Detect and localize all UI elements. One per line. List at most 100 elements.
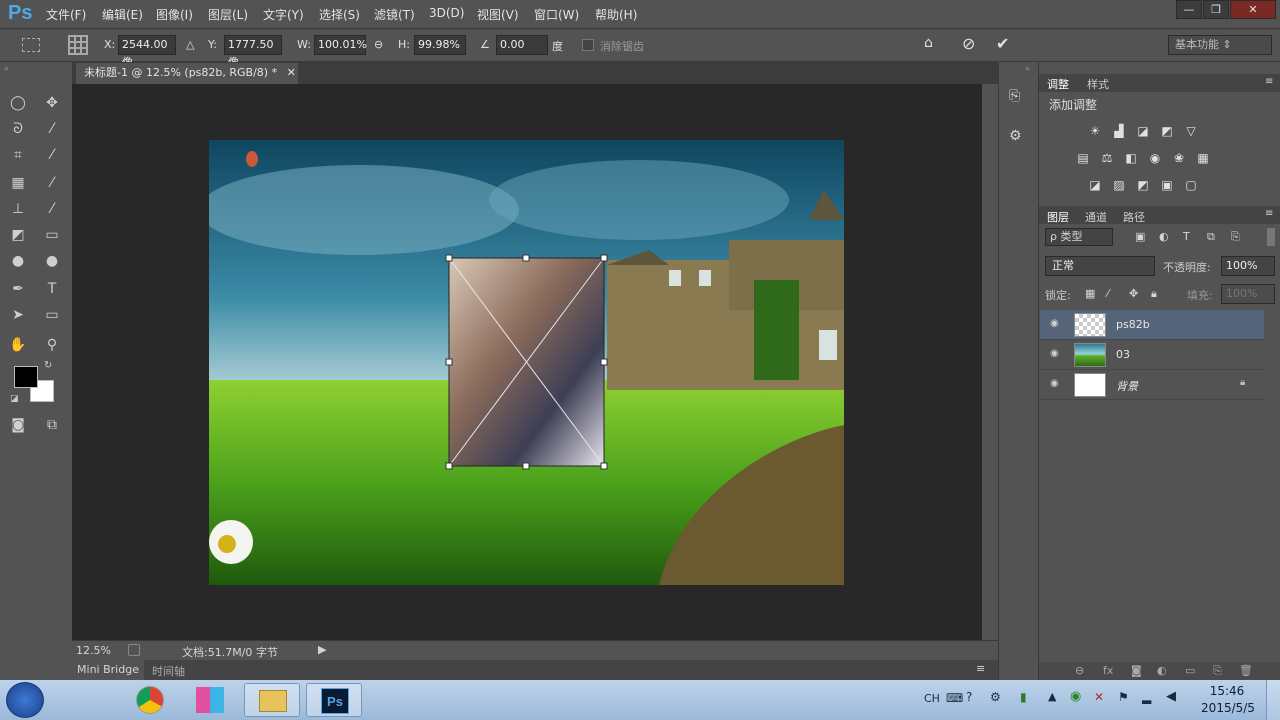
blend-mode-select[interactable]: 正常 bbox=[1045, 256, 1155, 276]
restore-button[interactable]: ❐ bbox=[1203, 0, 1229, 19]
panel-menu-icon[interactable]: ≡ bbox=[976, 662, 985, 675]
opacity-field[interactable]: 100% bbox=[1221, 256, 1275, 276]
zoom-level[interactable]: 12.5% bbox=[76, 644, 111, 657]
filter-smart-icon[interactable]: ⎘ bbox=[1231, 230, 1240, 244]
workspace-select[interactable]: 基本功能 ⇕ bbox=[1168, 35, 1272, 55]
hue-saturation-icon[interactable]: ▤ bbox=[1075, 151, 1091, 165]
delta-icon[interactable]: △ bbox=[186, 38, 194, 51]
transform-handle[interactable] bbox=[600, 462, 608, 470]
vertical-scrollbar[interactable] bbox=[982, 84, 998, 640]
default-colors-icon[interactable]: ◪ bbox=[10, 394, 19, 404]
transform-handle[interactable] bbox=[522, 254, 530, 262]
angle-field[interactable]: 0.00 bbox=[496, 35, 548, 55]
tab-timeline[interactable]: 时间轴 bbox=[152, 663, 185, 679]
flag-icon[interactable]: ⚑ bbox=[1118, 690, 1129, 704]
filter-toggle[interactable] bbox=[1267, 228, 1275, 246]
dodge-icon[interactable]: ● bbox=[40, 250, 64, 272]
transform-handle[interactable] bbox=[445, 254, 453, 262]
foreground-color-swatch[interactable] bbox=[14, 366, 38, 388]
chrome-taskbar-button[interactable] bbox=[122, 683, 178, 717]
menu-type[interactable]: 文字(Y) bbox=[263, 6, 304, 23]
commit-transform-icon[interactable]: ✔ bbox=[996, 34, 1009, 53]
brightness-icon[interactable]: ☀ bbox=[1087, 124, 1103, 138]
history-icon[interactable]: ⎘ bbox=[1009, 88, 1020, 104]
type-icon[interactable]: T bbox=[40, 278, 64, 300]
lock-pixels-icon[interactable]: ⁄ bbox=[1107, 287, 1109, 300]
hand-icon[interactable]: ✋ bbox=[6, 334, 30, 356]
close-tab-icon[interactable]: ✕ bbox=[287, 66, 296, 79]
exposure-icon[interactable]: ◩ bbox=[1159, 124, 1175, 138]
eyedropper-icon[interactable]: ⁄ bbox=[40, 144, 64, 166]
help-icon[interactable]: ? bbox=[966, 690, 972, 704]
signal-icon[interactable]: ▂ bbox=[1142, 690, 1151, 704]
zoom-icon[interactable]: ⚲ bbox=[40, 334, 64, 356]
keyboard-icon[interactable]: ⌨ bbox=[946, 691, 963, 705]
collapse-icon[interactable]: » bbox=[1025, 64, 1030, 73]
layer-style-icon[interactable]: fx bbox=[1103, 664, 1113, 677]
quick-select-icon[interactable]: ⁄ bbox=[40, 118, 64, 140]
canvas-area[interactable] bbox=[72, 84, 982, 640]
explorer-taskbar-button[interactable] bbox=[244, 683, 300, 717]
show-desktop-button[interactable] bbox=[1266, 680, 1280, 720]
wedding-photo-layer[interactable] bbox=[445, 254, 608, 470]
brush-icon[interactable]: ⁄ bbox=[40, 172, 64, 194]
menu-edit[interactable]: 编辑(E) bbox=[102, 6, 143, 23]
menu-help[interactable]: 帮助(H) bbox=[595, 6, 637, 23]
lock-all-icon[interactable]: 🔒︎ bbox=[1151, 287, 1157, 301]
selective-color-icon[interactable]: ▢ bbox=[1183, 178, 1199, 192]
show-hidden-icons[interactable]: ▲ bbox=[1048, 690, 1056, 703]
quick-mask-icon[interactable]: ◙ bbox=[6, 414, 30, 436]
ime-indicator[interactable]: CH bbox=[924, 692, 940, 705]
menu-window[interactable]: 窗口(W) bbox=[534, 6, 579, 23]
move-icon[interactable]: ✥ bbox=[40, 92, 64, 114]
panel-menu-icon[interactable]: ≡ bbox=[1265, 76, 1273, 87]
properties-icon[interactable]: ⚙ bbox=[1009, 128, 1022, 144]
volume-icon[interactable]: ◀ bbox=[1166, 689, 1176, 704]
battery-icon[interactable]: ▮ bbox=[1020, 690, 1027, 704]
security-icon[interactable]: ◉ bbox=[1070, 689, 1081, 704]
eraser-icon[interactable]: ◩ bbox=[6, 224, 30, 246]
network-alert-icon[interactable]: ✕ bbox=[1094, 690, 1104, 704]
settings-icon[interactable]: ⚙ bbox=[990, 690, 1001, 704]
lock-transparent-icon[interactable]: ▦ bbox=[1085, 287, 1095, 300]
path-select-icon[interactable]: ➤ bbox=[6, 304, 30, 326]
tab-mini-bridge[interactable]: Mini Bridge bbox=[72, 660, 144, 680]
collapse-icon[interactable]: « bbox=[4, 64, 9, 73]
posterize-icon[interactable]: ▨ bbox=[1111, 178, 1127, 192]
visibility-eye-icon[interactable]: ◉ bbox=[1050, 378, 1059, 389]
blur-icon[interactable]: ● bbox=[6, 250, 30, 272]
vibrance-icon[interactable]: ▽ bbox=[1183, 124, 1199, 138]
minimize-button[interactable]: — bbox=[1176, 0, 1202, 19]
healing-brush-icon[interactable]: ▦ bbox=[6, 172, 30, 194]
tab-adjustments[interactable]: 调整 bbox=[1047, 76, 1069, 92]
layer-row-03[interactable]: ◉ 03 bbox=[1040, 340, 1264, 370]
menu-view[interactable]: 视图(V) bbox=[477, 6, 519, 23]
ellipse-marquee-icon[interactable]: ◯ bbox=[6, 92, 30, 114]
clone-stamp-icon[interactable]: ⊥ bbox=[6, 198, 30, 220]
history-brush-icon[interactable]: ⁄ bbox=[40, 198, 64, 220]
reference-point-icon[interactable] bbox=[68, 35, 88, 55]
close-button[interactable]: ✕ bbox=[1230, 0, 1276, 19]
channel-mixer-icon[interactable]: ❀ bbox=[1171, 151, 1187, 165]
filter-adjust-icon[interactable]: ◐ bbox=[1159, 230, 1169, 243]
tab-channels[interactable]: 通道 bbox=[1085, 209, 1107, 225]
y-field[interactable]: 1777.50 像 bbox=[224, 35, 282, 69]
transform-handle[interactable] bbox=[600, 358, 608, 366]
move-tool-icon[interactable] bbox=[22, 38, 40, 52]
layer-filter-select[interactable]: ρ 类型 bbox=[1045, 228, 1113, 246]
x-field[interactable]: 2544.00 像 bbox=[118, 35, 176, 69]
new-adjustment-icon[interactable]: ◐ bbox=[1157, 664, 1167, 677]
transform-handle[interactable] bbox=[522, 462, 530, 470]
panel-menu-icon[interactable]: ≡ bbox=[1265, 208, 1273, 219]
curves-icon[interactable]: ◪ bbox=[1135, 124, 1151, 138]
transform-handle[interactable] bbox=[445, 462, 453, 470]
add-mask-icon[interactable]: ◙ bbox=[1131, 664, 1142, 677]
w-field[interactable]: 100.01% bbox=[314, 35, 367, 55]
clock-date[interactable]: 2015/5/5 bbox=[1198, 701, 1258, 715]
status-arrow-icon[interactable]: ▶ bbox=[318, 643, 326, 656]
levels-icon[interactable]: ▟ bbox=[1111, 124, 1127, 138]
transform-handle[interactable] bbox=[445, 358, 453, 366]
color-lookup-icon[interactable]: ▦ bbox=[1195, 151, 1211, 165]
tab-styles[interactable]: 样式 bbox=[1087, 76, 1109, 92]
filter-shape-icon[interactable]: ⧉ bbox=[1207, 230, 1215, 244]
